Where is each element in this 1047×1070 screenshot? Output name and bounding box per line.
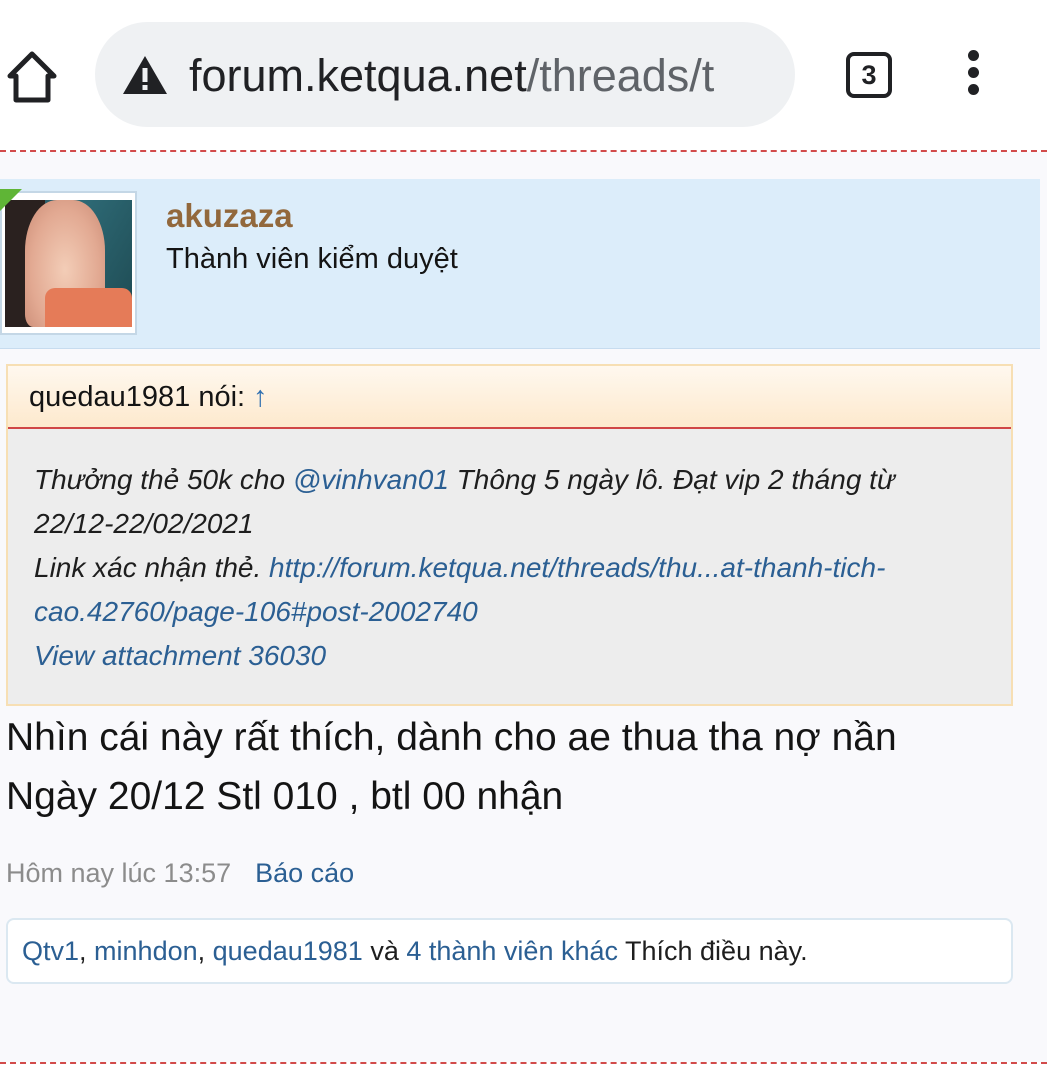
- more-vert-icon[interactable]: [955, 50, 991, 102]
- warning-triangle-icon[interactable]: [121, 54, 169, 96]
- liker-link[interactable]: minhdon: [94, 936, 198, 966]
- attachment-link[interactable]: View attachment 36030: [34, 634, 994, 678]
- quote-text: Thưởng thẻ 50k cho: [34, 464, 293, 495]
- forum-post: akuzaza Thành viên kiểm duyệt quedau1981…: [0, 152, 1047, 1062]
- url-domain: forum.ketqua.net: [189, 50, 527, 101]
- author-title: Thành viên kiểm duyệt: [166, 243, 458, 275]
- likes-conjunction: và: [362, 936, 407, 966]
- author-username[interactable]: akuzaza: [166, 197, 293, 235]
- message-line: Nhìn cái này rất thích, dành cho ae thua…: [6, 716, 897, 759]
- post-timestamp[interactable]: Hôm nay lúc 13:57: [6, 858, 231, 888]
- quote-text: 22/12-22/02/2021: [34, 508, 254, 539]
- quote-block: quedau1981 nói: ↑ Thưởng thẻ 50k cho @vin…: [6, 364, 1013, 706]
- quote-text: Thông 5 ngày lô. Đạt vip 2 tháng từ: [448, 464, 895, 495]
- quote-text: Link xác nhận thẻ.: [34, 552, 270, 583]
- tab-switcher-button[interactable]: 3: [846, 52, 892, 98]
- quote-attribution: quedau1981 nói:: [29, 381, 246, 413]
- likes-separator: ,: [79, 936, 95, 966]
- divider-bottom: [0, 1062, 1047, 1064]
- other-likers-link[interactable]: 4 thành viên khác: [406, 936, 618, 966]
- post-message: Nhìn cái này rất thích, dành cho ae thua…: [6, 708, 1036, 826]
- confirmation-link-continued[interactable]: cao.42760/page-106#post-2002740: [34, 590, 994, 634]
- browser-toolbar: forum.ketqua.net/threads/t 3: [0, 0, 1047, 150]
- post-meta: Hôm nay lúc 13:57 Báo cáo: [6, 856, 354, 890]
- quote-body: Thưởng thẻ 50k cho @vinhvan01 Thông 5 ng…: [34, 458, 994, 678]
- report-link[interactable]: Báo cáo: [255, 858, 354, 888]
- url-path: /threads/t: [526, 50, 715, 101]
- confirmation-link[interactable]: http://forum.ketqua.net/threads/thu...at…: [269, 552, 885, 583]
- mention-link[interactable]: @vinhvan01: [293, 464, 449, 495]
- avatar-image[interactable]: [5, 200, 132, 327]
- avatar[interactable]: [0, 189, 137, 335]
- address-bar[interactable]: forum.ketqua.net/threads/t: [95, 22, 795, 127]
- likes-summary: Qtv1, minhdon, quedau1981 và 4 thành viê…: [6, 918, 1013, 984]
- home-icon[interactable]: [4, 46, 60, 106]
- post-author-block: akuzaza Thành viên kiểm duyệt: [0, 179, 1040, 349]
- jump-to-quote-arrow-icon[interactable]: ↑: [253, 381, 268, 413]
- likes-suffix: Thích điều này.: [618, 936, 808, 966]
- message-line: Ngày 20/12 Stl 010 , btl 00 nhận: [6, 775, 564, 818]
- url-text[interactable]: forum.ketqua.net/threads/t: [189, 48, 789, 104]
- online-indicator-icon: [0, 189, 22, 211]
- likes-separator: ,: [197, 936, 213, 966]
- liker-link[interactable]: Qtv1: [22, 936, 79, 966]
- liker-link[interactable]: quedau1981: [213, 936, 363, 966]
- quote-header: quedau1981 nói: ↑: [8, 366, 1011, 429]
